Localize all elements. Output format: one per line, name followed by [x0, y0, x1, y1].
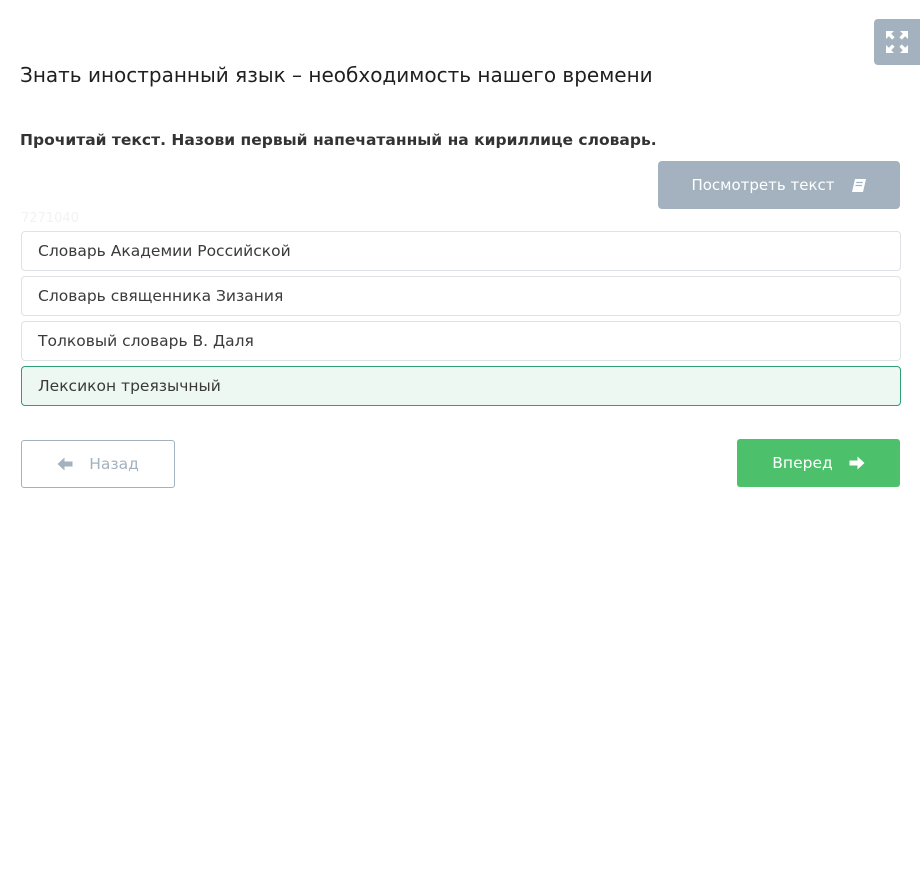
answer-options: Словарь Академии Российской Словарь свящ…	[21, 231, 901, 411]
page-title: Знать иностранный язык – необходимость н…	[20, 63, 653, 87]
answer-option-label: Толковый словарь В. Даля	[38, 332, 254, 350]
next-label: Вперед	[772, 454, 833, 472]
answer-option-label: Словарь Академии Российской	[38, 242, 291, 260]
back-label: Назад	[89, 455, 139, 473]
answer-option-selected[interactable]: Лексикон треязычный	[21, 366, 901, 406]
question-text: Прочитай текст. Назови первый напечатанн…	[20, 131, 657, 149]
fullscreen-button[interactable]	[874, 19, 920, 65]
task-id: 7271040	[21, 211, 79, 226]
answer-option[interactable]: Словарь священника Зизания	[21, 276, 901, 316]
arrow-right-icon	[849, 456, 865, 470]
answer-option-label: Лексикон треязычный	[38, 377, 221, 395]
answer-option[interactable]: Толковый словарь В. Даля	[21, 321, 901, 361]
view-text-button[interactable]: Посмотреть текст	[658, 161, 900, 209]
answer-option[interactable]: Словарь Академии Российской	[21, 231, 901, 271]
arrow-left-icon	[57, 457, 73, 471]
book-icon	[851, 178, 867, 193]
expand-arrows-icon	[885, 30, 909, 54]
view-text-label: Посмотреть текст	[691, 176, 835, 194]
next-button[interactable]: Вперед	[737, 439, 900, 487]
back-button[interactable]: Назад	[21, 440, 175, 488]
answer-option-label: Словарь священника Зизания	[38, 287, 284, 305]
